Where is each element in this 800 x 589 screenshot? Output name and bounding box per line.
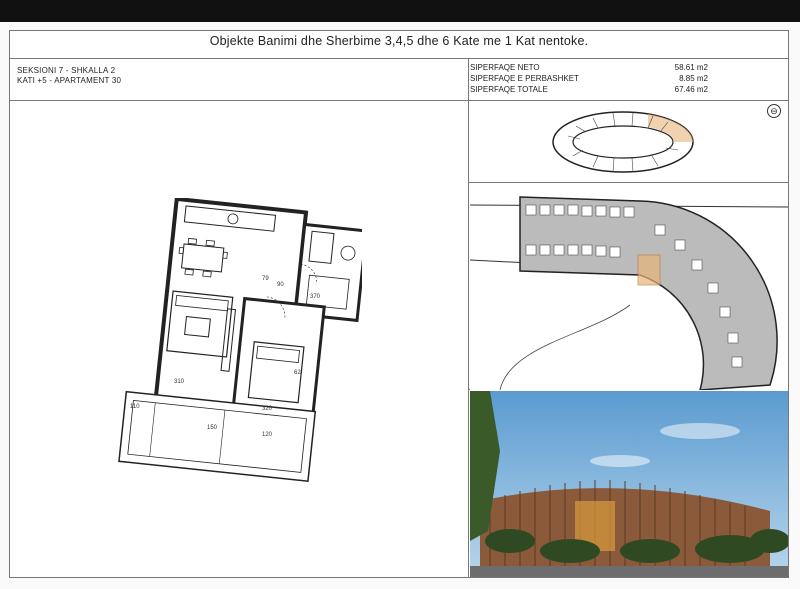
- dim-label-2: 90: [277, 282, 284, 288]
- dim-label-4: 320: [262, 406, 273, 412]
- info-divider: [9, 100, 789, 101]
- building-render-photo: [470, 391, 788, 577]
- area-common-value: 8.85 m2: [679, 74, 708, 83]
- unit-info: SEKSIONI 7 - SHKALLA 2 KATI +5 - APARTAM…: [17, 66, 121, 86]
- area-common-label: SIPERFAQE E PERBASHKET: [470, 74, 579, 83]
- dim-label-9: 120: [262, 432, 273, 438]
- building-key-plan: [552, 111, 694, 173]
- document-title: Objekte Banimi dhe Sherbime 3,4,5 dhe 6 …: [209, 34, 589, 48]
- compass-icon: ⊖: [767, 104, 781, 118]
- floor-key-plan: [470, 185, 788, 390]
- dim-label-5: 310: [174, 379, 185, 385]
- apartment-floor-plan: 79 90 370 320 310 62 110 150 120: [118, 198, 362, 482]
- area-total-label: SIPERFAQE TOTALE: [470, 85, 548, 94]
- section-line: SEKSIONI 7 - SHKALLA 2: [17, 66, 116, 75]
- area-total-value: 67.46 m2: [674, 85, 708, 94]
- area-neto-label: SIPERFAQE NETO: [470, 63, 540, 72]
- dim-label-8: 150: [207, 425, 218, 431]
- dim-label-1: 79: [262, 276, 269, 282]
- column-divider: [468, 58, 469, 578]
- area-neto-value: 58.61 m2: [674, 63, 708, 72]
- dim-label-6: 62: [294, 370, 301, 376]
- minimap-divider: [468, 182, 789, 183]
- dim-label-3: 370: [310, 294, 321, 300]
- floor-line: KATI +5 - APARTAMENT 30: [17, 76, 122, 85]
- title-divider: [9, 58, 789, 59]
- dim-label-7: 110: [130, 404, 140, 410]
